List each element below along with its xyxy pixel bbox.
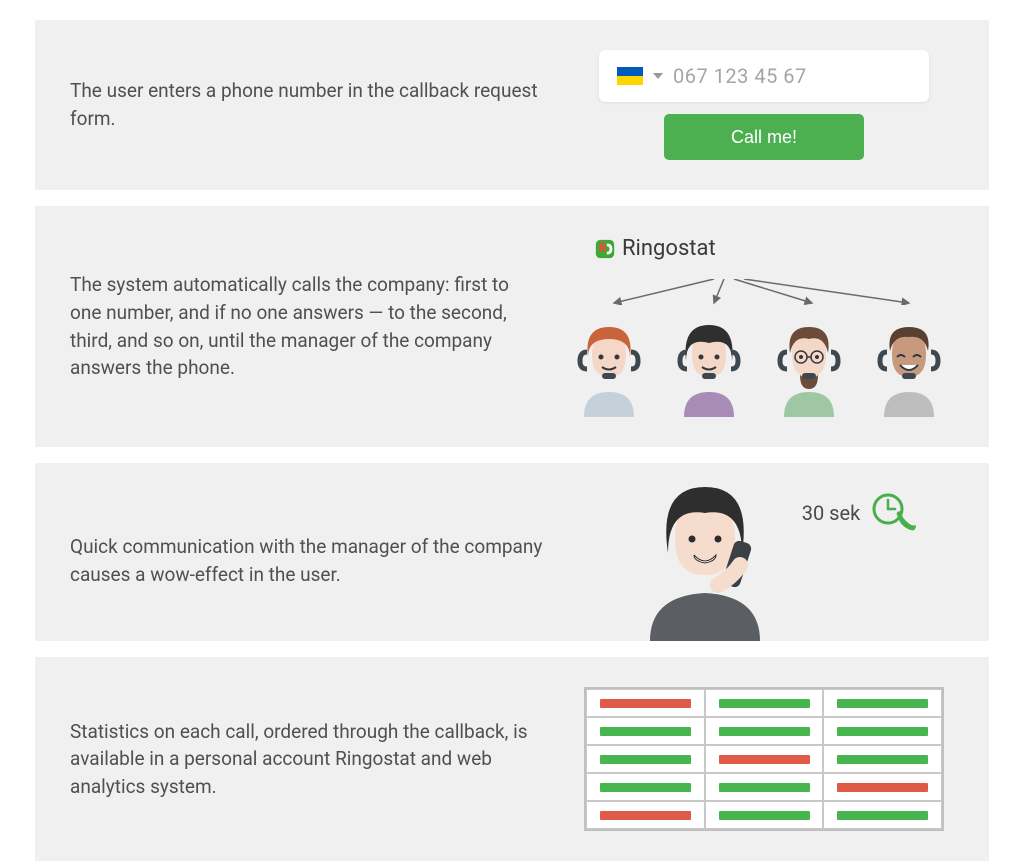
step-3-text: Quick communication with the manager of … (70, 533, 554, 588)
step-2-visual: Ringostat (564, 236, 954, 417)
red-bar-icon (600, 699, 691, 708)
stats-grid-cell (705, 801, 824, 829)
step-2-auto-call: The system automatically calls the compa… (35, 206, 989, 447)
agents-row (564, 317, 954, 417)
stats-grid-row (586, 717, 942, 745)
stats-grid-row (586, 745, 942, 773)
stats-grid-cell (586, 689, 705, 717)
stats-grid-cell (705, 745, 824, 773)
stats-grid-row (586, 773, 942, 801)
stats-grid-cell (705, 717, 824, 745)
time-badge: 30 sek (802, 489, 919, 537)
call-me-button[interactable]: Call me! (664, 114, 864, 160)
stats-grid-cell (705, 773, 824, 801)
stats-grid-cell (586, 717, 705, 745)
green-bar-icon (600, 783, 691, 792)
stats-grid-cell (823, 801, 942, 829)
green-bar-icon (719, 811, 810, 820)
step-1-text: The user enters a phone number in the ca… (70, 77, 544, 132)
green-bar-icon (837, 755, 928, 764)
step-1-visual: 067 123 45 67 Call me! (574, 50, 954, 160)
phone-input-placeholder[interactable]: 067 123 45 67 (673, 64, 807, 88)
stats-grid-cell (705, 689, 824, 717)
phone-input-group[interactable]: 067 123 45 67 (599, 50, 929, 102)
green-bar-icon (837, 699, 928, 708)
stats-grid-cell (586, 745, 705, 773)
step-3-wow-effect: Quick communication with the manager of … (35, 463, 989, 641)
step-1-callback-form: The user enters a phone number in the ca… (35, 20, 989, 190)
user-on-phone-icon (620, 481, 790, 641)
green-bar-icon (719, 783, 810, 792)
step-4-visual (574, 687, 954, 831)
stats-grid-cell (586, 773, 705, 801)
stats-grid-row (586, 801, 942, 829)
agent-avatar-icon (864, 317, 954, 417)
agent-avatar-icon (564, 317, 654, 417)
time-badge-label: 30 sek (802, 501, 861, 525)
red-bar-icon (600, 811, 691, 820)
step-2-text: The system automatically calls the compa… (70, 271, 534, 381)
green-bar-icon (719, 699, 810, 708)
chevron-down-icon[interactable] (653, 73, 663, 79)
step-4-text: Statistics on each call, ordered through… (70, 718, 544, 801)
green-bar-icon (837, 811, 928, 820)
ringostat-brand: Ringostat (594, 236, 716, 261)
stats-grid-cell (823, 689, 942, 717)
ringostat-brand-label: Ringostat (622, 236, 716, 261)
red-bar-icon (719, 755, 810, 764)
agent-avatar-icon (664, 317, 754, 417)
green-bar-icon (719, 727, 810, 736)
stats-grid (584, 687, 944, 831)
step-4-statistics: Statistics on each call, ordered through… (35, 657, 989, 861)
stats-grid-cell (823, 745, 942, 773)
stats-grid-cell (823, 717, 942, 745)
green-bar-icon (600, 727, 691, 736)
step-3-visual: 30 sek (584, 481, 954, 641)
clock-phone-icon (870, 489, 918, 537)
ukraine-flag-icon[interactable] (617, 67, 643, 85)
red-bar-icon (837, 783, 928, 792)
distribution-arrows (564, 279, 954, 305)
green-bar-icon (600, 755, 691, 764)
stats-grid-cell (586, 801, 705, 829)
green-bar-icon (837, 727, 928, 736)
stats-grid-row (586, 689, 942, 717)
ringostat-logo-icon (594, 238, 616, 260)
stats-grid-cell (823, 773, 942, 801)
agent-avatar-icon (764, 317, 854, 417)
